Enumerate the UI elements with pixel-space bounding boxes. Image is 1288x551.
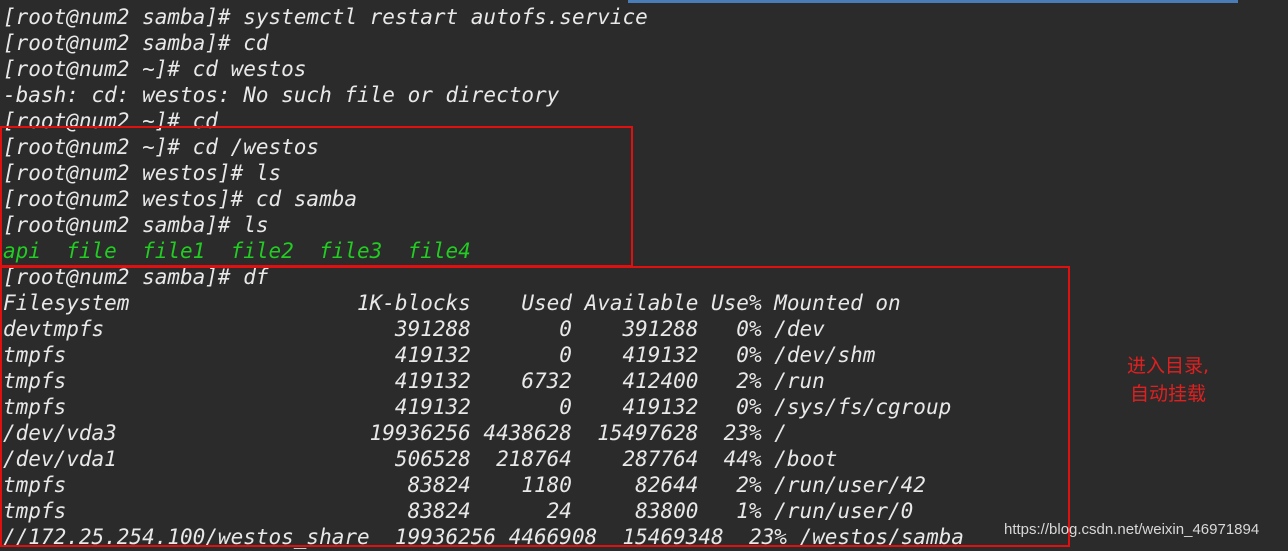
annotation-line-2: 自动挂载 xyxy=(1129,383,1206,405)
scroll-indicator xyxy=(628,0,1238,3)
terminal-line: [root@num2 samba]# systemctl restart aut… xyxy=(3,5,648,29)
highlight-box-cd-ls xyxy=(0,126,633,267)
annotation-line-1: 进入目录, xyxy=(1126,355,1210,377)
terminal-window[interactable]: [root@num2 samba]# systemctl restart aut… xyxy=(0,0,1288,551)
annotation-note: 进入目录, 自动挂载 xyxy=(1108,352,1228,408)
highlight-box-df xyxy=(0,266,1070,547)
watermark: https://blog.csdn.net/weixin_46971894 xyxy=(1004,521,1260,538)
terminal-line: -bash: cd: westos: No such file or direc… xyxy=(3,83,560,107)
terminal-line: [root@num2 samba]# cd xyxy=(3,31,269,55)
terminal-line: [root@num2 ~]# cd westos xyxy=(3,57,307,81)
